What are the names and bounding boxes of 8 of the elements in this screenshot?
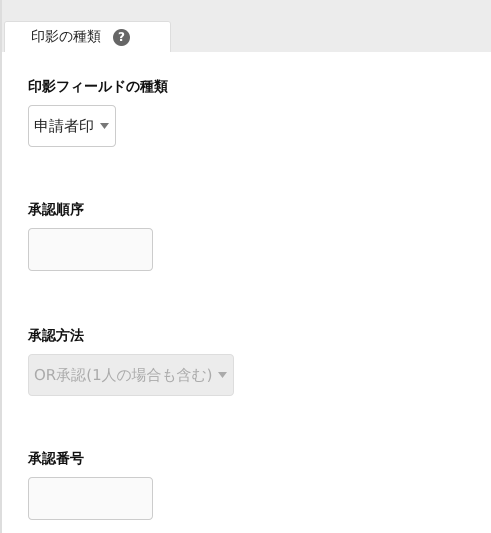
help-icon[interactable]: ? [113,28,130,46]
tab-label: 印影の種類 [31,28,101,46]
dropdown[interactable]: 申請者印 [28,105,116,147]
tab[interactable]: 印影の種類 ? [4,21,171,52]
field-label: 印影フィールドの種類 [28,78,168,96]
field-label: 承認番号 [28,450,84,468]
field-label: 承認順序 [28,201,84,219]
field-label: 承認方法 [28,327,84,345]
